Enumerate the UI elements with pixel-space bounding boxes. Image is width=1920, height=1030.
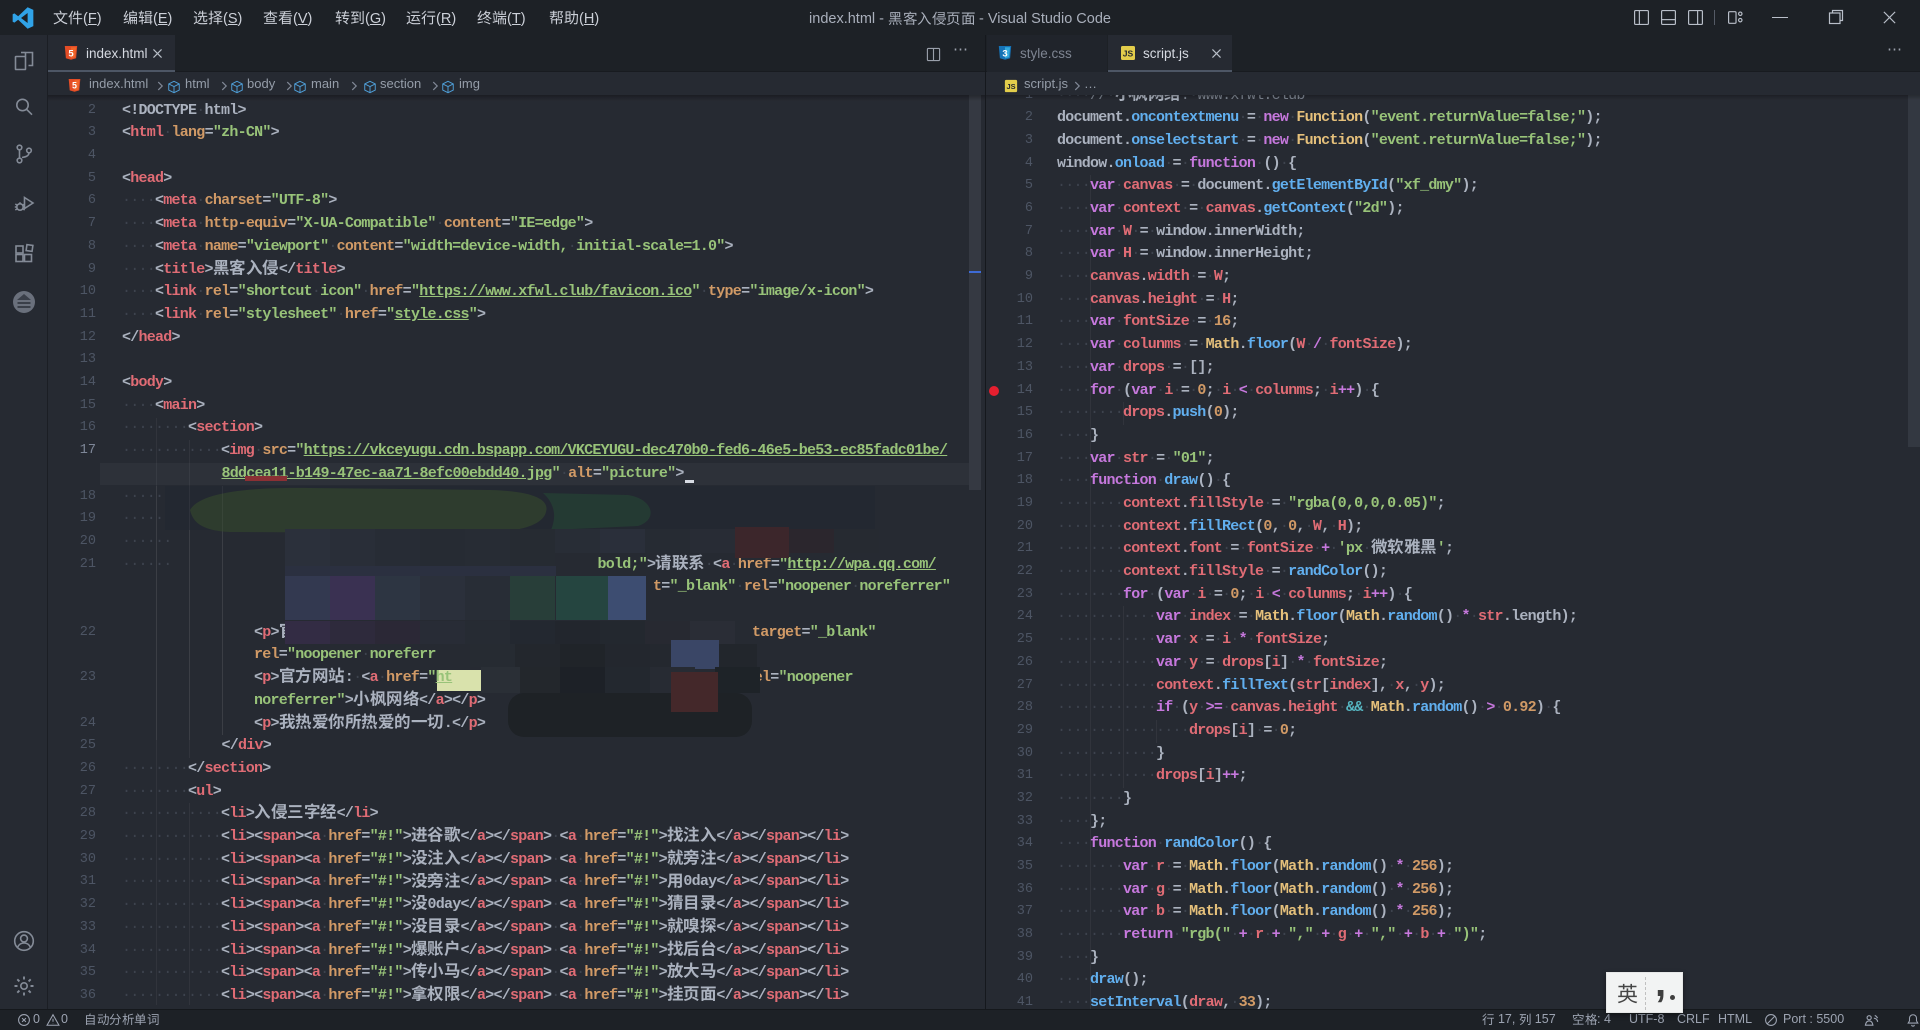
- svg-text:JS: JS: [1123, 49, 1134, 59]
- svg-text:5: 5: [72, 81, 77, 91]
- svg-text:5: 5: [68, 48, 74, 59]
- svg-text:3: 3: [1002, 48, 1007, 59]
- svg-text:JS: JS: [1006, 82, 1015, 91]
